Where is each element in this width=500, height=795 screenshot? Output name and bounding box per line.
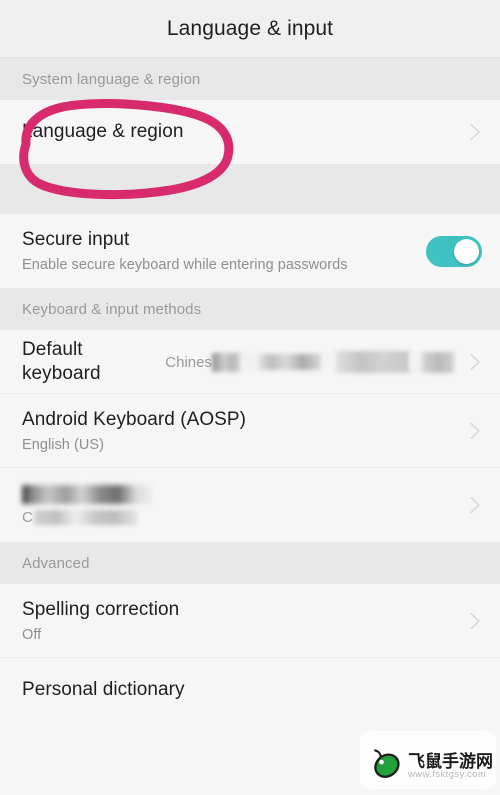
mouse-logo-icon [374,749,400,778]
section-header-label: System language & region [22,70,201,88]
chevron-right-icon [464,494,486,516]
row-personal-dictionary[interactable]: Personal dictionary [0,658,500,722]
redacted-subtitle-row: C [22,509,464,526]
redaction-mosaic [212,351,454,373]
redacted-title-mosaic [22,484,152,504]
chevron-right-icon [464,121,486,143]
section-header-label: Advanced [22,554,90,572]
row-default-keyboard-text: Default keyboard [22,338,165,386]
row-android-keyboard-subtitle: English (US) [22,436,104,453]
system-language-region-list: Language & region [0,100,500,164]
row-android-keyboard-title: Android Keyboard (AOSP) [22,408,246,430]
row-secure-input[interactable]: Secure input Enable secure keyboard whil… [0,214,500,288]
row-spelling-correction-text: Spelling correction Off [22,598,464,645]
toggle-knob [454,238,479,264]
section-header-system-language-region: System language & region [0,58,500,100]
row-android-keyboard[interactable]: Android Keyboard (AOSP) English (US) [0,394,500,468]
secure-input-list: Secure input Enable secure keyboard whil… [0,214,500,288]
row-personal-dictionary-title: Personal dictionary [22,679,185,700]
row-default-keyboard-title: Default keyboard [22,339,101,384]
row-language-region-title: Language & region [22,121,184,142]
row-secure-input-subtitle: Enable secure keyboard while entering pa… [22,256,348,273]
secure-input-toggle[interactable] [426,235,482,267]
chevron-right-icon [464,351,486,373]
watermark-url: www.fsktgsy.com [408,769,487,780]
redacted-subtitle-mosaic [33,509,138,525]
row-android-keyboard-text: Android Keyboard (AOSP) English (US) [22,408,464,455]
chevron-right-icon [464,610,486,632]
watermark-bubble [360,731,496,789]
section-header-advanced: Advanced [0,542,500,584]
chevron-right-icon [464,420,486,442]
site-watermark: 飞鼠手游网 www.fsktgsy.com [360,731,496,791]
row-secure-input-title: Secure input [22,228,130,250]
row-redacted-keyboard[interactable]: C [0,468,500,542]
keyboard-input-methods-list: Default keyboard Chines Android Keyboard… [0,330,500,542]
row-language-region-text: Language & region [22,120,464,144]
row-default-keyboard-value-visible: Chines [165,353,212,371]
row-personal-dictionary-text: Personal dictionary [22,678,486,702]
row-spelling-correction[interactable]: Spelling correction Off [0,584,500,658]
settings-screen: Language & input System language & regio… [0,0,500,795]
row-redacted-keyboard-subtitle-visible: C [22,508,33,526]
row-spelling-correction-subtitle: Off [22,626,42,643]
watermark-name: 飞鼠手游网 [408,752,493,772]
row-spelling-correction-title: Spelling correction [22,598,180,620]
row-default-keyboard-value: Chines [165,351,454,373]
row-secure-input-text: Secure input Enable secure keyboard whil… [22,228,426,275]
row-redacted-keyboard-text: C [22,484,464,526]
page-title: Language & input [166,17,334,40]
section-header-keyboard-input-methods: Keyboard & input methods [0,288,500,330]
app-bar: Language & input [0,0,500,58]
section-spacer-band [0,164,500,214]
row-default-keyboard[interactable]: Default keyboard Chines [0,330,500,394]
row-language-region[interactable]: Language & region [0,100,500,164]
section-header-label: Keyboard & input methods [22,300,202,318]
advanced-list: Spelling correction Off Personal diction… [0,584,500,722]
